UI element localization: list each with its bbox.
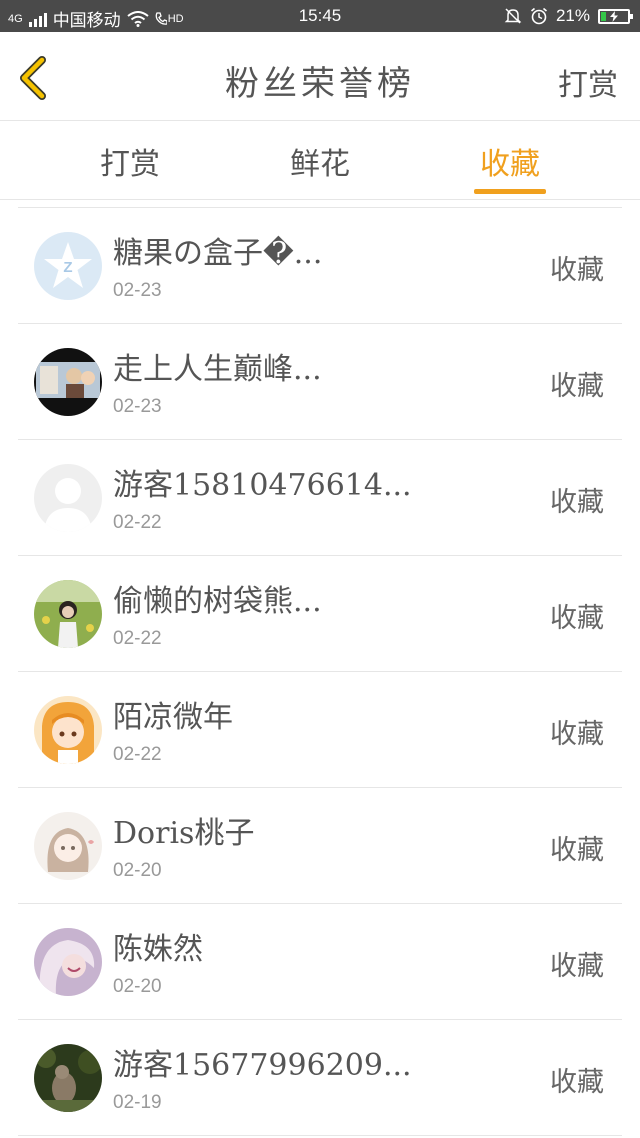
fan-action: 收藏 [550, 603, 604, 634]
fan-list: Z 糖果の盒子�... 02-23 收藏 走上人生巅峰... 02-23 收藏 [18, 208, 622, 1136]
fan-action: 收藏 [550, 951, 604, 982]
status-bar: 4G 中国移动 HD 15:45 21% [0, 0, 640, 32]
list-item[interactable]: 陌凉微年 02-22 收藏 [18, 672, 622, 788]
battery-icon [598, 8, 633, 24]
fan-action: 收藏 [550, 371, 604, 402]
fan-action: 收藏 [550, 835, 604, 866]
reward-button[interactable]: 打赏 [558, 60, 618, 104]
list-item[interactable]: 游客15810476614... 02-22 收藏 [18, 440, 622, 556]
list-item[interactable]: 游客15677996209... 02-19 收藏 [18, 1020, 622, 1136]
list-item[interactable]: Doris桃子 02-20 收藏 [18, 788, 622, 904]
fan-date: 02-20 [113, 976, 162, 997]
default-avatar[interactable] [34, 464, 102, 532]
tab-flowers[interactable]: 鲜花 [260, 139, 380, 183]
fan-date: 02-19 [113, 1092, 162, 1113]
fan-name: 糖果の盒子�... [113, 236, 323, 271]
tab-favorites[interactable]: 收藏 [450, 139, 570, 183]
app-header: 粉丝荣誉榜 打赏 [0, 32, 640, 121]
fan-date: 02-22 [113, 744, 162, 765]
fan-date: 02-23 [113, 396, 162, 417]
fan-name: Doris桃子 [113, 816, 255, 851]
fan-name: 偷懒的树袋熊... [113, 584, 322, 619]
fan-action: 收藏 [550, 719, 604, 750]
girl-field-avatar[interactable] [34, 580, 102, 648]
mute-icon [504, 8, 522, 24]
list-item[interactable]: Z 糖果の盒子�... 02-23 收藏 [18, 208, 622, 324]
photo-avatar[interactable] [34, 348, 102, 416]
fan-name: 陌凉微年 [113, 700, 233, 735]
fan-date: 02-20 [113, 860, 162, 881]
fan-date: 02-22 [113, 512, 162, 533]
page-title: 粉丝荣誉榜 [225, 64, 415, 104]
svg-text:Z: Z [63, 259, 72, 276]
fan-date: 02-23 [113, 280, 162, 301]
animal-avatar[interactable] [34, 1044, 102, 1112]
fan-name: 走上人生巅峰... [113, 352, 322, 387]
active-tab-indicator [474, 189, 546, 194]
tab-bar: 打赏 鲜花 收藏 [0, 121, 640, 200]
fan-date: 02-22 [113, 628, 162, 649]
sketch-girl-avatar[interactable] [34, 812, 102, 880]
anime-girl-avatar[interactable] [34, 696, 102, 764]
fan-name: 陈姝然 [113, 932, 203, 967]
qq-logo-avatar[interactable]: Z [34, 232, 102, 300]
tab-reward[interactable]: 打赏 [70, 139, 190, 183]
fan-name: 游客15810476614... [113, 468, 412, 503]
list-item[interactable]: 陈姝然 02-20 收藏 [18, 904, 622, 1020]
alarm-icon [530, 7, 547, 25]
fan-action: 收藏 [550, 487, 604, 518]
fan-action: 收藏 [550, 255, 604, 286]
fan-action: 收藏 [550, 1067, 604, 1098]
fan-name: 游客15677996209... [113, 1048, 412, 1083]
list-item[interactable]: 走上人生巅峰... 02-23 收藏 [18, 324, 622, 440]
portrait-avatar[interactable] [34, 928, 102, 996]
battery-percent: 21% [555, 6, 590, 25]
list-item[interactable]: 偷懒的树袋熊... 02-22 收藏 [18, 556, 622, 672]
